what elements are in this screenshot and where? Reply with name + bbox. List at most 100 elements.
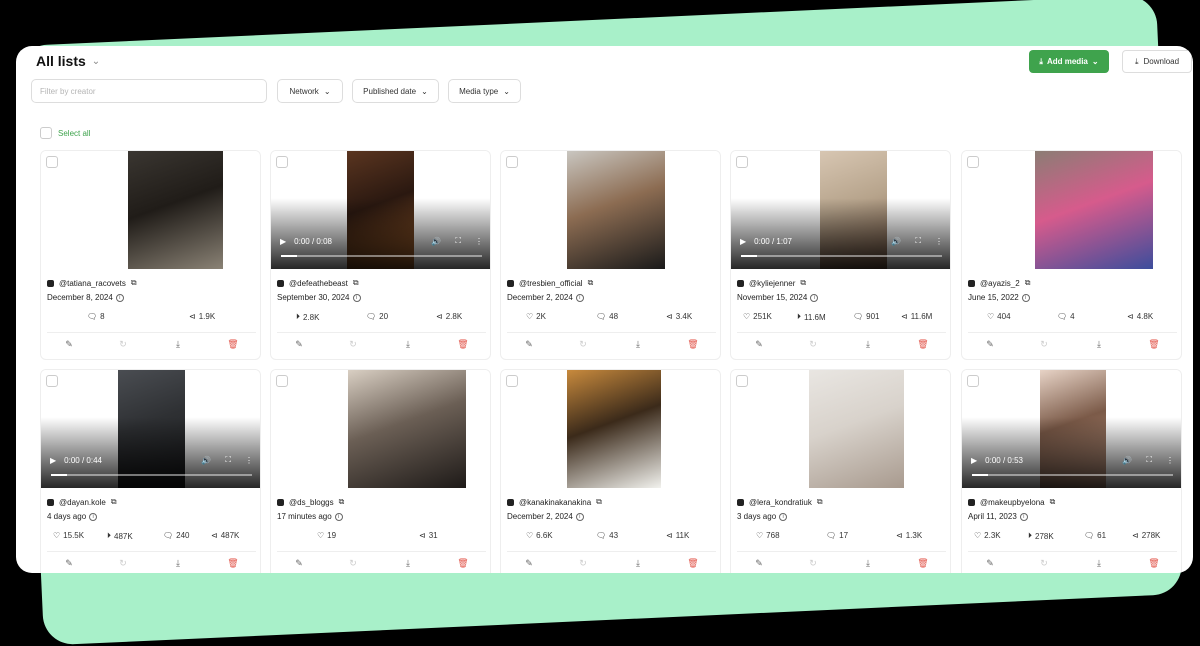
select-all-checkbox[interactable]: [40, 127, 52, 139]
external-link-icon[interactable]: ⧉: [1050, 497, 1056, 507]
media-thumbnail[interactable]: [501, 370, 720, 488]
media-card[interactable]: ▶ 0:00 / 0:08 🔊 ⛶ ⋮ @defeathebeast ⧉ September …: [270, 150, 491, 360]
edit-button[interactable]: ✎: [983, 339, 997, 350]
edit-button[interactable]: ✎: [62, 558, 76, 569]
fullscreen-icon[interactable]: ⛶: [915, 236, 921, 246]
edit-button[interactable]: ✎: [752, 558, 766, 569]
media-thumbnail[interactable]: ▶ 0:00 / 0:53 🔊 ⛶ ⋮: [962, 370, 1181, 488]
info-icon[interactable]: i: [1021, 293, 1030, 302]
download-button[interactable]: ⤓: [1092, 339, 1106, 350]
media-card[interactable]: @ayazis_2 ⧉ June 15, 2022 i ♡ 404 🗨 4 ⊲ 4.8K ✎ ↻ ⤓ 🗑: [961, 150, 1182, 360]
external-link-icon[interactable]: ⧉: [817, 497, 823, 507]
info-icon[interactable]: i: [89, 512, 98, 521]
media-card[interactable]: @lera_kondratiuk ⧉ 3 days ago i ♡ 768 🗨 17 ⊲ 1.3K…: [730, 369, 951, 573]
select-all-control[interactable]: Select all: [40, 127, 90, 139]
info-icon[interactable]: i: [779, 512, 788, 521]
info-icon[interactable]: i: [352, 293, 361, 302]
media-thumbnail[interactable]: ▶ 0:00 / 0:08 🔊 ⛶ ⋮: [271, 151, 490, 269]
refresh-button[interactable]: ↻: [116, 558, 130, 569]
volume-icon[interactable]: 🔊: [891, 237, 901, 246]
external-link-icon[interactable]: ⧉: [131, 278, 137, 288]
creator-handle-link[interactable]: @ds_bloggs ⧉: [277, 497, 344, 507]
delete-button[interactable]: 🗑: [1147, 339, 1161, 350]
external-link-icon[interactable]: ⧉: [800, 278, 806, 288]
media-thumbnail[interactable]: [271, 370, 490, 488]
card-checkbox[interactable]: [276, 375, 288, 387]
edit-button[interactable]: ✎: [522, 339, 536, 350]
refresh-button[interactable]: ↻: [576, 339, 590, 350]
media-card[interactable]: @tatiana_racovets ⧉ December 8, 2024 i 🗨 8 ⊲ 1.…: [40, 150, 261, 360]
creator-handle-link[interactable]: @tatiana_racovets ⧉: [47, 278, 137, 288]
download-button[interactable]: ⤓: [171, 558, 185, 569]
card-checkbox[interactable]: [506, 156, 518, 168]
delete-button[interactable]: 🗑: [686, 558, 700, 569]
media-card[interactable]: ▶ 0:00 / 0:53 🔊 ⛶ ⋮ @makeupbyelona ⧉ April 11, …: [961, 369, 1182, 573]
info-icon[interactable]: i: [334, 512, 343, 521]
media-card[interactable]: ▶ 0:00 / 0:44 🔊 ⛶ ⋮ @dayan.kole ⧉ 4 days ago i ♡ 1…: [40, 369, 261, 573]
video-progress-track[interactable]: [51, 474, 252, 476]
card-checkbox[interactable]: [967, 156, 979, 168]
play-icon[interactable]: ▶: [50, 456, 56, 465]
volume-icon[interactable]: 🔊: [1122, 456, 1132, 465]
more-options-icon[interactable]: ⋮: [1166, 456, 1174, 465]
card-checkbox[interactable]: [46, 375, 58, 387]
edit-button[interactable]: ✎: [292, 339, 306, 350]
external-link-icon[interactable]: ⧉: [596, 497, 602, 507]
delete-button[interactable]: 🗑: [686, 339, 700, 350]
creator-handle-link[interactable]: @lera_kondratiuk ⧉: [737, 497, 823, 507]
delete-button[interactable]: 🗑: [916, 339, 930, 350]
delete-button[interactable]: 🗑: [1147, 558, 1161, 569]
play-icon[interactable]: ▶: [740, 237, 746, 246]
play-icon[interactable]: ▶: [280, 237, 286, 246]
refresh-button[interactable]: ↻: [1037, 339, 1051, 350]
info-icon[interactable]: i: [575, 512, 584, 521]
refresh-button[interactable]: ↻: [346, 558, 360, 569]
media-thumbnail[interactable]: ▶ 0:00 / 0:44 🔊 ⛶ ⋮: [41, 370, 260, 488]
external-link-icon[interactable]: ⧉: [353, 278, 359, 288]
external-link-icon[interactable]: ⧉: [588, 278, 594, 288]
refresh-button[interactable]: ↻: [346, 339, 360, 350]
video-progress-track[interactable]: [972, 474, 1173, 476]
delete-button[interactable]: 🗑: [456, 339, 470, 350]
media-thumbnail[interactable]: [962, 151, 1181, 269]
more-options-icon[interactable]: ⋮: [475, 237, 483, 246]
external-link-icon[interactable]: ⧉: [111, 497, 117, 507]
delete-button[interactable]: 🗑: [226, 339, 240, 350]
video-player-controls[interactable]: ▶ 0:00 / 0:08 🔊 ⛶ ⋮: [271, 151, 490, 269]
delete-button[interactable]: 🗑: [916, 558, 930, 569]
download-button[interactable]: ⤓: [401, 339, 415, 350]
media-card[interactable]: @tresbien_official ⧉ December 2, 2024 i ♡ 2K 🗨…: [500, 150, 721, 360]
media-card[interactable]: @kanakinakanakina ⧉ December 2, 2024 i ♡ 6.6K…: [500, 369, 721, 573]
download-button[interactable]: ⤓: [401, 558, 415, 569]
media-thumbnail[interactable]: [501, 151, 720, 269]
download-button[interactable]: ⤓ Download: [1122, 50, 1192, 73]
info-icon[interactable]: i: [575, 293, 584, 302]
edit-button[interactable]: ✎: [62, 339, 76, 350]
video-player-controls[interactable]: ▶ 0:00 / 0:53 🔊 ⛶ ⋮: [962, 370, 1181, 488]
external-link-icon[interactable]: ⧉: [1025, 278, 1031, 288]
refresh-button[interactable]: ↻: [576, 558, 590, 569]
delete-button[interactable]: 🗑: [456, 558, 470, 569]
download-button[interactable]: ⤓: [631, 339, 645, 350]
refresh-button[interactable]: ↻: [1037, 558, 1051, 569]
download-button[interactable]: ⤓: [171, 339, 185, 350]
fullscreen-icon[interactable]: ⛶: [1146, 455, 1152, 465]
creator-filter-input[interactable]: [31, 79, 267, 103]
video-player-controls[interactable]: ▶ 0:00 / 1:07 🔊 ⛶ ⋮: [731, 151, 950, 269]
network-dropdown[interactable]: Network ⌄: [277, 79, 343, 103]
card-checkbox[interactable]: [506, 375, 518, 387]
delete-button[interactable]: 🗑: [226, 558, 240, 569]
play-icon[interactable]: ▶: [971, 456, 977, 465]
refresh-button[interactable]: ↻: [116, 339, 130, 350]
video-player-controls[interactable]: ▶ 0:00 / 0:44 🔊 ⛶ ⋮: [41, 370, 260, 488]
edit-button[interactable]: ✎: [292, 558, 306, 569]
download-button[interactable]: ⤓: [861, 339, 875, 350]
external-link-icon[interactable]: ⧉: [339, 497, 345, 507]
more-options-icon[interactable]: ⋮: [245, 456, 253, 465]
card-checkbox[interactable]: [736, 375, 748, 387]
refresh-button[interactable]: ↻: [806, 558, 820, 569]
edit-button[interactable]: ✎: [522, 558, 536, 569]
fullscreen-icon[interactable]: ⛶: [455, 236, 461, 246]
card-checkbox[interactable]: [967, 375, 979, 387]
creator-handle-link[interactable]: @makeupbyelona ⧉: [968, 497, 1055, 507]
